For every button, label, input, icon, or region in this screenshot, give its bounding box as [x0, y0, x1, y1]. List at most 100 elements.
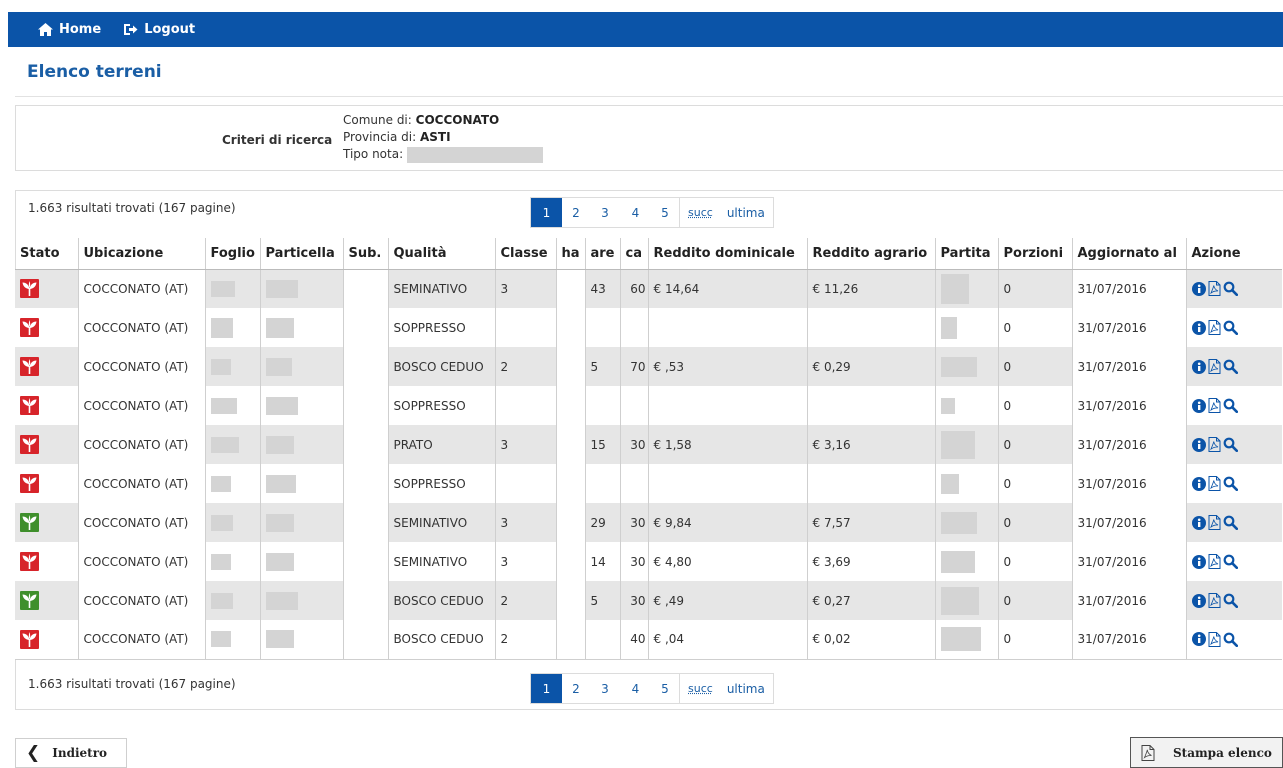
pdf-icon[interactable] [1208, 359, 1221, 374]
pdf-icon[interactable] [1208, 437, 1221, 452]
col-reddito-dominicale[interactable]: Reddito dominicale [647, 238, 807, 270]
partita-cell [934, 269, 998, 308]
info-icon[interactable] [1191, 476, 1206, 491]
search-icon[interactable] [1223, 515, 1238, 530]
info-icon[interactable] [1191, 437, 1206, 452]
info-icon[interactable] [1191, 281, 1206, 296]
col-foglio[interactable]: Foglio [204, 238, 260, 270]
qualita-cell: SEMINATIVO [387, 503, 495, 542]
page-3[interactable]: 3 [590, 674, 620, 703]
redacted-foglio [210, 280, 235, 297]
print-list-button[interactable]: Stampa elenco [1130, 737, 1283, 768]
info-icon[interactable] [1191, 320, 1206, 335]
sub-cell [342, 581, 388, 620]
search-icon[interactable] [1223, 476, 1238, 491]
page-3[interactable]: 3 [590, 198, 620, 227]
col-classe[interactable]: Classe [494, 238, 556, 270]
info-icon[interactable] [1191, 359, 1206, 374]
col-ca[interactable]: ca [619, 238, 648, 270]
pdf-icon[interactable] [1208, 281, 1221, 297]
page-2[interactable]: 2 [562, 198, 590, 227]
ha-cell [555, 464, 585, 503]
page-5[interactable]: 5 [651, 198, 679, 227]
top-navbar: Home Logout [8, 12, 1283, 47]
nav-home-link[interactable]: Home [38, 22, 101, 37]
are-cell: 14 [584, 542, 620, 581]
next-page-link[interactable]: succ [688, 206, 713, 219]
reddito-agrario-cell: € 0,27 [806, 581, 935, 620]
stato-cell [15, 542, 78, 581]
table-header-row: Stato Ubicazione Foglio Particella Sub. … [15, 238, 1282, 270]
last-page-link[interactable]: ultima [727, 682, 765, 696]
foglio-cell [204, 542, 260, 581]
search-icon[interactable] [1223, 554, 1238, 569]
info-icon[interactable] [1191, 593, 1206, 608]
particella-cell [259, 425, 343, 464]
reddito-agrario-cell: € 11,26 [806, 269, 935, 308]
col-ha[interactable]: ha [555, 238, 585, 270]
search-icon[interactable] [1223, 359, 1238, 374]
info-icon[interactable] [1191, 515, 1206, 530]
pdf-icon[interactable] [1208, 593, 1221, 608]
results-count-bottom: 1.663 risultati trovati (167 pagine) [28, 677, 236, 691]
page-1[interactable]: 1 [531, 674, 562, 703]
partita-cell [934, 347, 998, 386]
pdf-icon[interactable] [1208, 554, 1221, 569]
are-cell [584, 620, 620, 660]
reddito-dominicale-cell: € ,04 [647, 620, 807, 660]
pdf-icon[interactable] [1208, 476, 1221, 491]
status-plant-icon [20, 552, 73, 571]
next-page-link[interactable]: succ [688, 682, 713, 695]
porzioni-cell: 0 [997, 347, 1072, 386]
col-azione: Azione [1185, 238, 1282, 270]
last-page-link[interactable]: ultima [727, 206, 765, 220]
search-icon[interactable] [1223, 632, 1238, 647]
col-ubicazione[interactable]: Ubicazione [77, 238, 205, 270]
back-button[interactable]: ❮ Indietro [15, 738, 127, 768]
col-are[interactable]: are [584, 238, 620, 270]
page-2[interactable]: 2 [562, 674, 590, 703]
col-reddito-agrario[interactable]: Reddito agrario [806, 238, 935, 270]
page-5[interactable]: 5 [651, 674, 679, 703]
search-icon[interactable] [1223, 320, 1238, 335]
search-icon[interactable] [1223, 593, 1238, 608]
col-aggiornato-al[interactable]: Aggiornato al [1071, 238, 1186, 270]
redacted-particella [265, 630, 294, 649]
classe-cell: 2 [494, 620, 556, 660]
ha-cell [555, 308, 585, 347]
search-icon[interactable] [1223, 437, 1238, 452]
azione-cell [1185, 269, 1282, 308]
col-porzioni[interactable]: Porzioni [997, 238, 1072, 270]
page-1[interactable]: 1 [531, 198, 562, 227]
info-icon[interactable] [1191, 398, 1206, 413]
redacted-particella [265, 396, 298, 415]
info-icon[interactable] [1191, 554, 1206, 569]
pdf-icon[interactable] [1208, 398, 1221, 413]
nav-logout-link[interactable]: Logout [123, 22, 195, 37]
classe-cell: 3 [494, 269, 556, 308]
info-icon[interactable] [1191, 632, 1206, 647]
pdf-icon[interactable] [1208, 515, 1221, 530]
classe-cell: 3 [494, 503, 556, 542]
azione-cell [1185, 542, 1282, 581]
particella-cell [259, 503, 343, 542]
col-particella[interactable]: Particella [259, 238, 343, 270]
pdf-icon[interactable] [1208, 320, 1221, 335]
page-4[interactable]: 4 [620, 674, 651, 703]
azione-cell [1185, 347, 1282, 386]
search-icon[interactable] [1223, 281, 1238, 297]
ca-cell: 30 [619, 503, 648, 542]
pdf-icon[interactable] [1208, 631, 1221, 647]
status-plant-icon [20, 357, 73, 376]
search-icon[interactable] [1223, 398, 1238, 413]
col-stato[interactable]: Stato [15, 238, 78, 270]
status-plant-icon [20, 435, 73, 454]
col-partita[interactable]: Partita [934, 238, 998, 270]
col-qualita[interactable]: Qualità [387, 238, 495, 270]
redacted-foglio [210, 475, 231, 492]
page-4[interactable]: 4 [620, 198, 651, 227]
row-actions [1191, 437, 1278, 452]
col-sub[interactable]: Sub. [342, 238, 388, 270]
row-actions [1191, 593, 1278, 608]
pagination-text-links: succ ultima [679, 674, 773, 703]
